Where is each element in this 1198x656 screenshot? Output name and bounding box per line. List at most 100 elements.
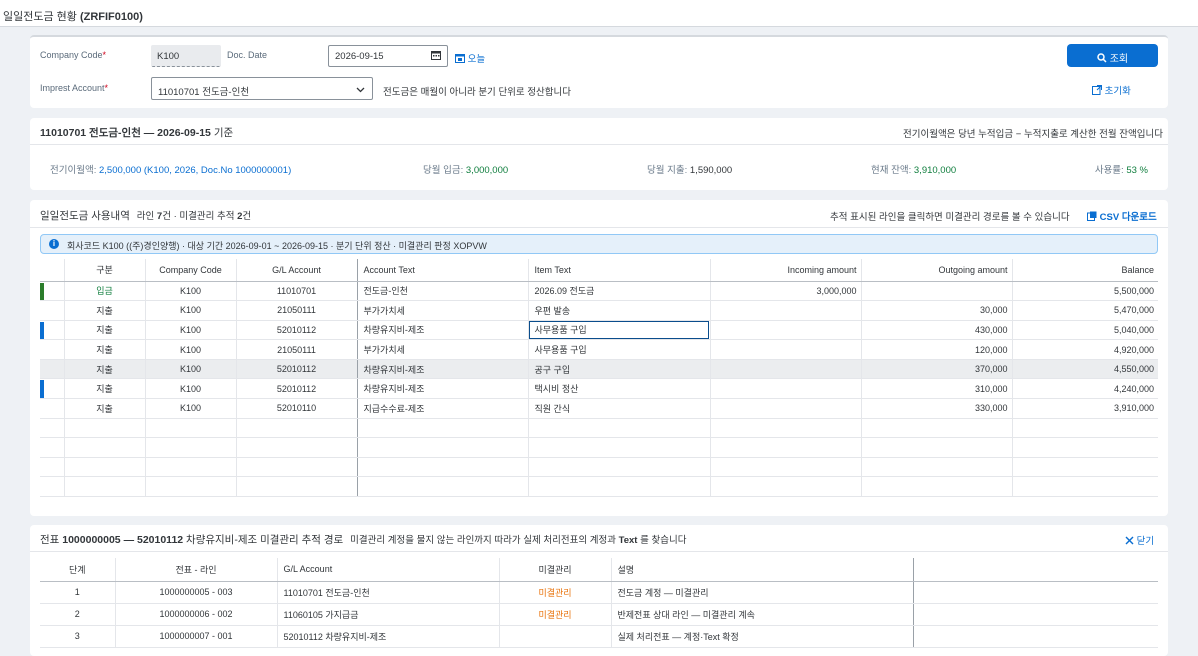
column-header[interactable]: Company Code xyxy=(145,259,237,282)
monthly-outgoing: 당월 지출: 1,590,000 xyxy=(647,165,733,176)
cell-incoming xyxy=(710,339,862,360)
summary-panel: 11010701 전도금-인천 — 2026-09-15 기준 전기이월액은 당… xyxy=(30,118,1168,190)
cell-company: K100 xyxy=(145,359,237,380)
trace-cell-gl: 11010701 전도금-인천 xyxy=(277,581,500,604)
spacer-column xyxy=(913,558,1158,582)
table-row[interactable]: 지출 K100 52010112 차량유지비-제조 사무용품 구입 430,000 5,04… xyxy=(40,320,1158,341)
cell-company: K100 xyxy=(145,378,237,400)
cell-item-text: 직원 간식 xyxy=(528,398,711,419)
column-header: 단계 xyxy=(40,558,116,582)
cell-item-text: 사무용품 구입 xyxy=(528,339,711,360)
close-link[interactable]: 닫기 xyxy=(1125,533,1154,548)
column-header[interactable]: Outgoing amount xyxy=(861,259,1013,282)
empty-cell xyxy=(236,418,358,439)
cell-gl: 52010112 xyxy=(236,359,358,380)
cell-outgoing: 430,000 xyxy=(861,320,1013,341)
trace-cell-open-item: 미결관리 xyxy=(499,603,612,626)
summary-title: 11010701 전도금-인천 — 2026-09-15 기준 xyxy=(40,127,234,139)
empty-cell xyxy=(236,476,358,498)
company-code-field[interactable]: K100 xyxy=(151,45,221,67)
trace-header: 단계 전표 - 라인 G/L Account 미결관리 설명 xyxy=(40,558,1158,582)
trace-marker xyxy=(40,282,44,300)
row-marker xyxy=(40,300,65,321)
search-button[interactable]: 조회 xyxy=(1067,44,1158,67)
trace-cell-doc-line: 1000000006 - 002 xyxy=(115,603,278,626)
trace-cell-step: 1 xyxy=(40,581,116,604)
empty-cell xyxy=(40,418,65,439)
row-marker xyxy=(40,378,65,400)
usage-rate: 사용률: 53 % xyxy=(1094,165,1148,176)
column-header: 전표 - 라인 xyxy=(115,558,278,582)
prev-balance: 전기이월액: 2,500,000 (K100, 2026, Doc.No 100… xyxy=(50,165,292,176)
doc-date-field[interactable]: 2026-09-15 xyxy=(328,45,448,67)
trace-marker xyxy=(40,380,44,398)
empty-cell xyxy=(710,437,862,458)
column-header[interactable]: Account Text xyxy=(357,259,529,282)
trace-cell-desc: 실제 처리전표 — 계정·Text 확정 xyxy=(611,625,914,648)
cell-gl: 52010112 xyxy=(236,378,358,400)
calendar-today-icon xyxy=(455,53,465,66)
table-row[interactable]: 지출 K100 21050111 부가가치세 우편 발송 30,000 5,470,000 xyxy=(40,300,1158,321)
empty-cell xyxy=(861,457,1013,478)
cell-item-text: 우편 발송 xyxy=(528,300,711,321)
column-header[interactable]: Balance xyxy=(1012,259,1158,282)
reset-link[interactable]: 초기화 xyxy=(1092,83,1131,98)
cell-balance: 5,500,000 xyxy=(1012,281,1158,302)
calendar-icon[interactable] xyxy=(431,50,441,63)
info-strip: i 회사코드 K100 ((주)경인양행) · 대상 기간 2026-09-01… xyxy=(40,234,1158,254)
trace-cell-doc-line: 1000000007 - 001 xyxy=(115,625,278,648)
cell-outgoing: 330,000 xyxy=(861,398,1013,419)
cell-acct-text: 차량유지비-제조 xyxy=(357,320,529,341)
cell-incoming xyxy=(710,378,862,400)
cell-outgoing: 370,000 xyxy=(861,359,1013,380)
column-header[interactable]: G/L Account xyxy=(236,259,358,282)
cell-balance: 4,550,000 xyxy=(1012,359,1158,380)
cell-gl: 11010701 xyxy=(236,281,358,302)
csv-download-link[interactable]: CSV 다운로드 xyxy=(1087,209,1157,224)
column-header[interactable]: Item Text xyxy=(528,259,711,282)
today-label: 오늘 xyxy=(467,54,486,65)
imprest-account-select[interactable]: 11010701 전도금-인천 xyxy=(151,77,373,100)
imprest-account-label: Imprest Account* xyxy=(40,83,109,93)
empty-cell xyxy=(861,476,1013,498)
empty-cell xyxy=(64,418,146,439)
empty-cell xyxy=(710,476,862,498)
cell-item-text: 사무용품 구입 xyxy=(528,320,711,341)
empty-cell xyxy=(236,437,358,458)
trace-cell-desc: 전도금 계정 — 미결관리 xyxy=(611,581,914,604)
today-link[interactable]: 오늘 xyxy=(455,51,485,66)
divider xyxy=(30,227,1168,228)
table-row[interactable]: 지출 K100 21050111 부가가치세 사무용품 구입 120,000 4,920,0… xyxy=(40,339,1158,360)
cell-incoming: 3,000,000 xyxy=(710,281,862,302)
empty-cell xyxy=(40,437,65,458)
usage-title: 일일전도금 사용내역 라인 7건 · 미결관리 추적 2건 xyxy=(40,210,252,222)
cell-outgoing: 310,000 xyxy=(861,378,1013,400)
imprest-account-value: 11010701 전도금-인천 xyxy=(158,87,250,98)
trace-cell-step: 3 xyxy=(40,625,116,648)
row-marker xyxy=(40,398,65,419)
cell-company: K100 xyxy=(145,398,237,419)
trace-panel: 전표 1000000005 — 52010112 차량유지비-제조 미결관리 추… xyxy=(30,525,1168,656)
table-row[interactable]: 지출 K100 52010112 차량유지비-제조 공구 구입 370,000 4,550,… xyxy=(40,359,1158,380)
cell-company: K100 xyxy=(145,281,237,302)
marker-column xyxy=(40,259,65,282)
search-label: 조회 xyxy=(1109,54,1129,65)
table-row[interactable]: 입금 K100 11010701 전도금-인천 2026.09 전도금 3,000,000… xyxy=(40,281,1158,302)
empty-cell xyxy=(710,418,862,439)
empty-cell xyxy=(145,418,237,439)
cell-balance: 4,240,000 xyxy=(1012,378,1158,400)
empty-cell xyxy=(710,457,862,478)
table-row[interactable]: 지출 K100 52010110 지급수수료-제조 직원 간식 330,000 3,910,… xyxy=(40,398,1158,419)
row-marker xyxy=(40,339,65,360)
table-row[interactable]: 지출 K100 52010112 차량유지비-제조 택시비 정산 310,000 4,240… xyxy=(40,378,1158,400)
column-header[interactable]: Incoming amount xyxy=(710,259,862,282)
divider xyxy=(30,551,1168,552)
trace-cell-step: 2 xyxy=(40,603,116,626)
column-header[interactable]: 구분 xyxy=(64,259,146,282)
cell-balance: 5,040,000 xyxy=(1012,320,1158,341)
cell-incoming xyxy=(710,320,862,341)
cell-company: K100 xyxy=(145,339,237,360)
cell-gl: 21050111 xyxy=(236,300,358,321)
trace-row: 2 1000000006 - 002 11060105 가지급금 미결관리 반제전표 상… xyxy=(40,603,1158,626)
cell-acct-text: 차량유지비-제조 xyxy=(357,359,529,380)
